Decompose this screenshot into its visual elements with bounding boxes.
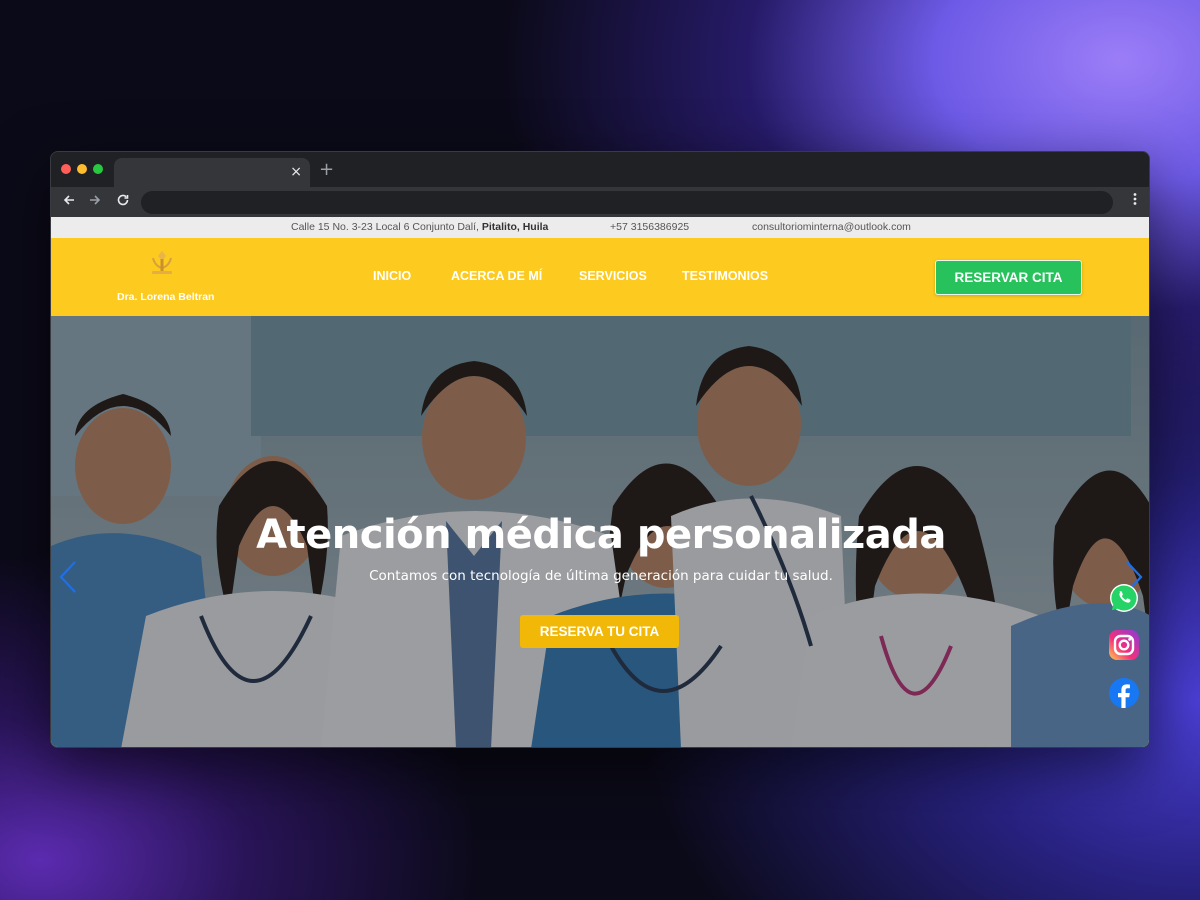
browser-menu-icon[interactable] <box>1133 192 1137 211</box>
new-tab-button[interactable]: + <box>319 160 334 180</box>
logo-icon[interactable] <box>148 250 176 276</box>
minimize-window-button[interactable] <box>77 164 87 174</box>
address-bar[interactable] <box>141 191 1113 214</box>
phone-link[interactable]: +57 3156386925 <box>610 221 689 233</box>
close-tab-icon[interactable]: × <box>290 163 302 181</box>
reservar-cita-button[interactable]: RESERVAR CITA <box>935 260 1082 295</box>
hero-subtitle: Contamos con tecnología de última genera… <box>369 568 833 584</box>
whatsapp-icon[interactable] <box>1108 582 1140 614</box>
browser-toolbar <box>51 187 1149 217</box>
instagram-icon[interactable] <box>1108 629 1140 661</box>
hero-title: Atención médica personalizada <box>256 512 946 558</box>
facebook-icon[interactable] <box>1108 677 1140 709</box>
browser-window: × + Calle 15 No. 3-23 Local 6 Conjunto D… <box>50 151 1150 748</box>
doctor-name-logo[interactable]: Dra. Lorena Beltran <box>117 291 214 303</box>
address-street: Calle 15 No. 3-23 Local 6 Conjunto Dalí, <box>291 221 479 233</box>
web-page: Calle 15 No. 3-23 Local 6 Conjunto Dalí,… <box>51 217 1149 747</box>
site-header: Dra. Lorena Beltran INICIO ACERCA DE MÍ … <box>51 238 1149 316</box>
reserva-tu-cita-button[interactable]: RESERVA TU CITA <box>520 615 679 648</box>
nav-item-testimonios[interactable]: TESTIMONIOS <box>682 269 768 283</box>
window-controls <box>61 164 103 174</box>
nav-item-inicio[interactable]: INICIO <box>373 269 411 283</box>
forward-arrow-icon[interactable] <box>88 193 102 212</box>
tab-strip: × + <box>51 152 1149 187</box>
nav-item-servicios[interactable]: SERVICIOS <box>579 269 647 283</box>
maximize-window-button[interactable] <box>93 164 103 174</box>
contact-topbar: Calle 15 No. 3-23 Local 6 Conjunto Dalí,… <box>51 217 1149 238</box>
browser-tab[interactable]: × <box>114 158 310 187</box>
reload-icon[interactable] <box>116 193 130 212</box>
address-text: Calle 15 No. 3-23 Local 6 Conjunto Dalí,… <box>291 221 548 233</box>
carousel-prev-arrow-icon[interactable] <box>57 560 79 594</box>
email-link[interactable]: consultoriominterna@outlook.com <box>752 221 911 233</box>
back-arrow-icon[interactable] <box>62 193 76 212</box>
close-window-button[interactable] <box>61 164 71 174</box>
nav-item-acerca[interactable]: ACERCA DE MÍ <box>451 269 542 283</box>
hero-carousel: Atención médica personalizada Contamos c… <box>51 316 1149 747</box>
address-city: Pitalito, Huila <box>481 221 549 233</box>
